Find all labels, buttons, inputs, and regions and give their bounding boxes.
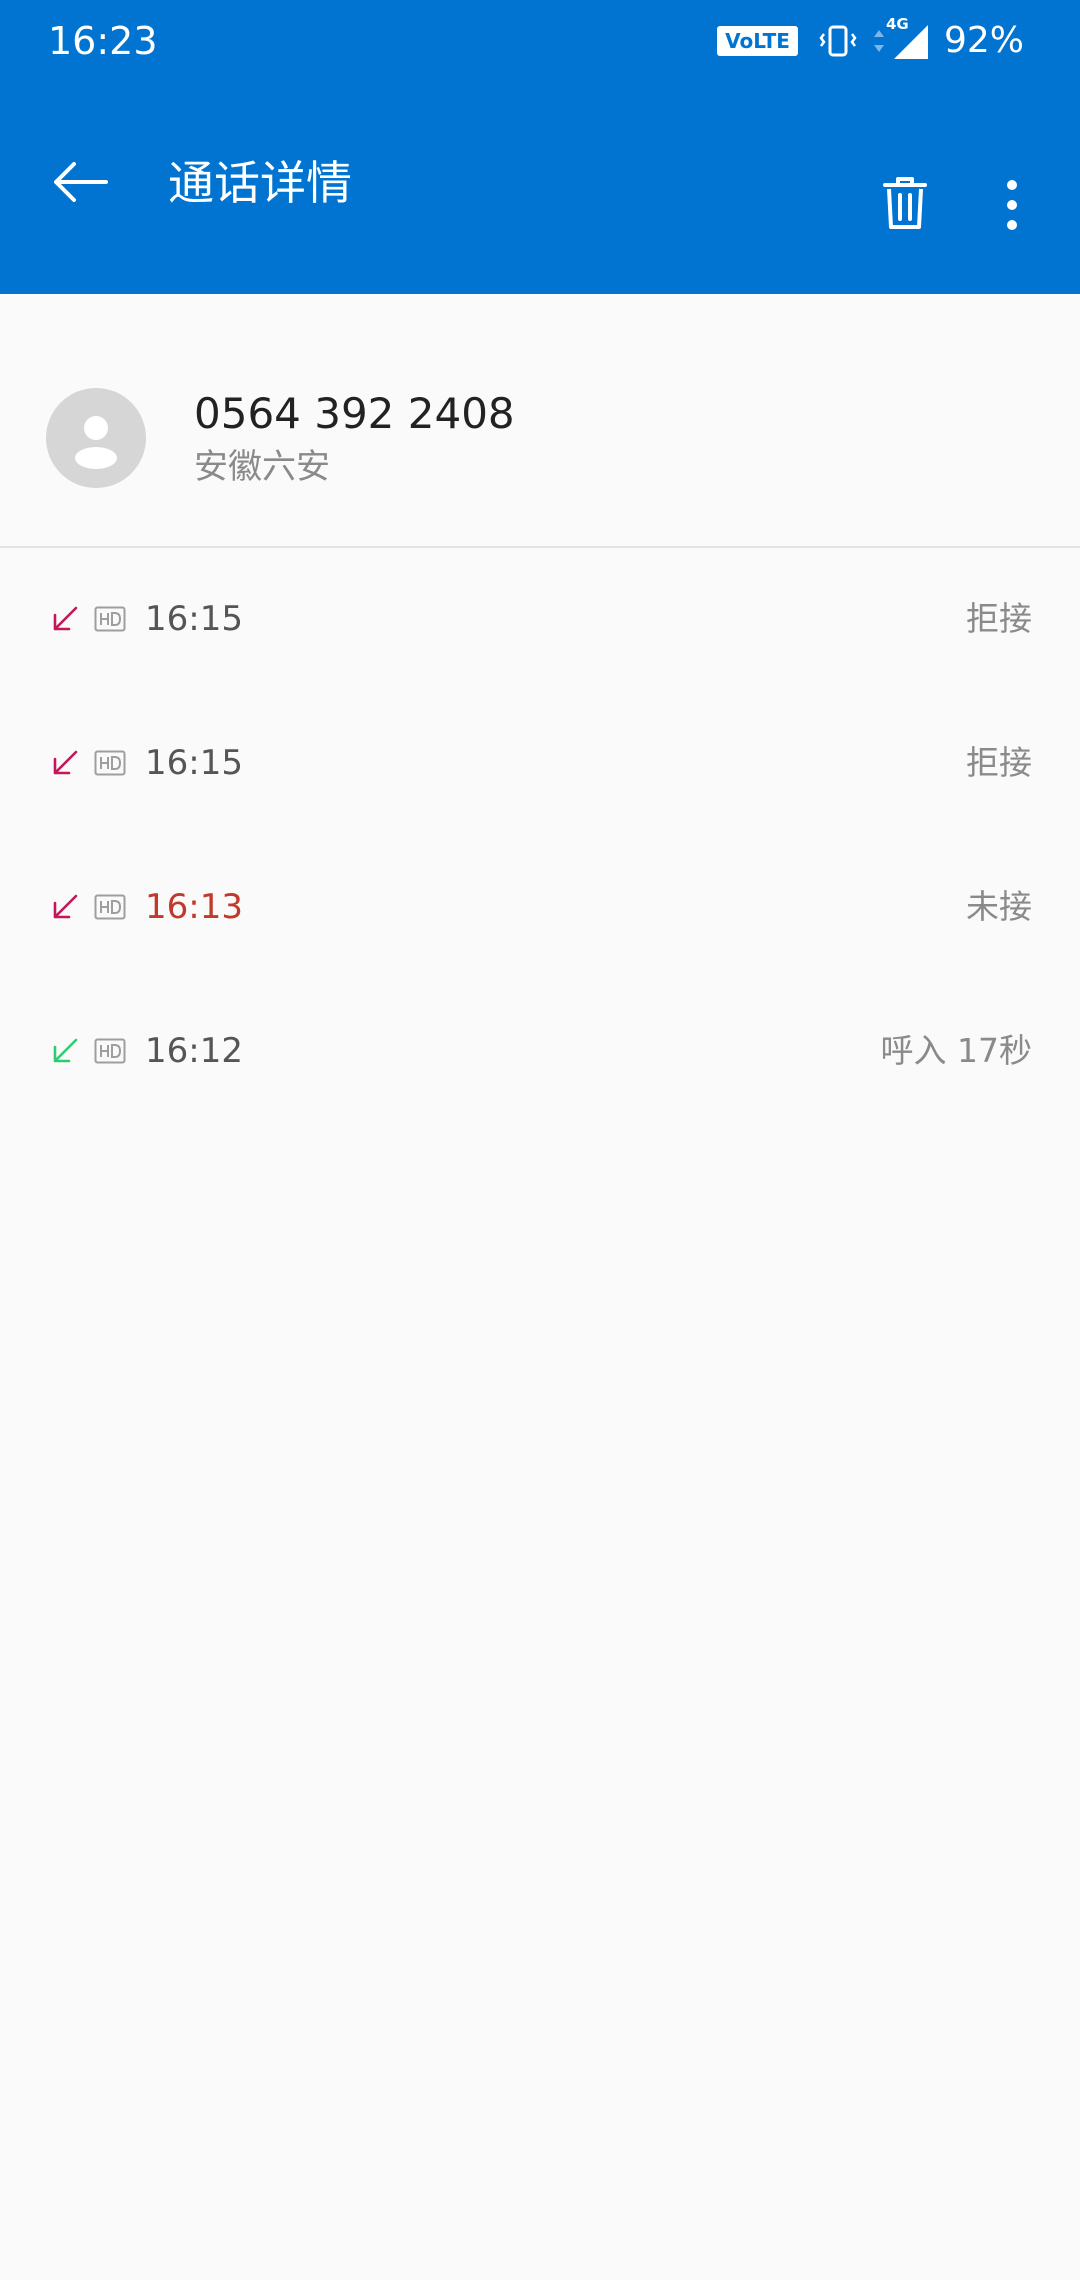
incoming-call-answered-icon [53,1038,78,1063]
status-time: 16:23 [48,19,158,63]
incoming-call-rejected-icon [53,606,78,631]
call-status: 呼入 17秒 [880,1031,1032,1070]
call-time: 16:13 [145,887,243,927]
call-status: 拒接 [966,743,1032,782]
arrow-left-icon [54,162,108,202]
call-history-list: 16:15 拒接 16:15 拒接 16:13 未接 16:12 呼入 17秒 [0,548,1080,1124]
hd-voice-icon [94,1038,126,1064]
contact-location: 安徽六安 [194,447,330,487]
contact-header: 0564 392 2408 安徽六安 [0,294,1080,546]
call-time: 16:15 [145,599,243,639]
hd-voice-icon [94,750,126,776]
incoming-call-missed-icon [53,894,78,919]
more-vertical-icon [1007,180,1017,230]
hd-voice-icon [94,606,126,632]
call-row[interactable]: 16:12 呼入 17秒 [0,980,1080,1124]
back-button[interactable] [42,140,118,224]
battery-level: 92% [943,20,1024,61]
call-time: 16:15 [145,743,243,783]
page-title: 通话详情 [168,156,352,210]
status-bar: 16:23 VoLTE 4G 92% [0,0,1080,82]
signal-icon [893,25,928,59]
call-status: 拒接 [966,599,1032,638]
contact-number: 0564 392 2408 [194,389,515,438]
call-status: 未接 [966,887,1032,926]
app-bar: 通话详情 [0,82,1080,294]
call-row[interactable]: 16:15 拒接 [0,548,1080,692]
hd-voice-icon [94,894,126,920]
delete-button[interactable] [872,170,938,236]
call-row[interactable]: 16:15 拒接 [0,692,1080,836]
trash-icon [883,177,927,229]
volte-badge: VoLTE [717,26,798,56]
data-arrows-icon [873,30,884,52]
more-options-button[interactable] [982,170,1042,240]
person-icon [75,416,117,469]
call-row[interactable]: 16:13 未接 [0,836,1080,980]
incoming-call-rejected-icon [53,750,78,775]
avatar[interactable] [46,388,146,488]
status-icons: VoLTE 4G 92% [717,15,1024,66]
call-time: 16:12 [145,1031,243,1071]
vibrate-icon [819,25,857,57]
signal-group: 4G [886,15,930,61]
call-details-screen: 16:23 VoLTE 4G 92% 通话详情 0564 392 2408 安徽… [0,0,1080,2280]
